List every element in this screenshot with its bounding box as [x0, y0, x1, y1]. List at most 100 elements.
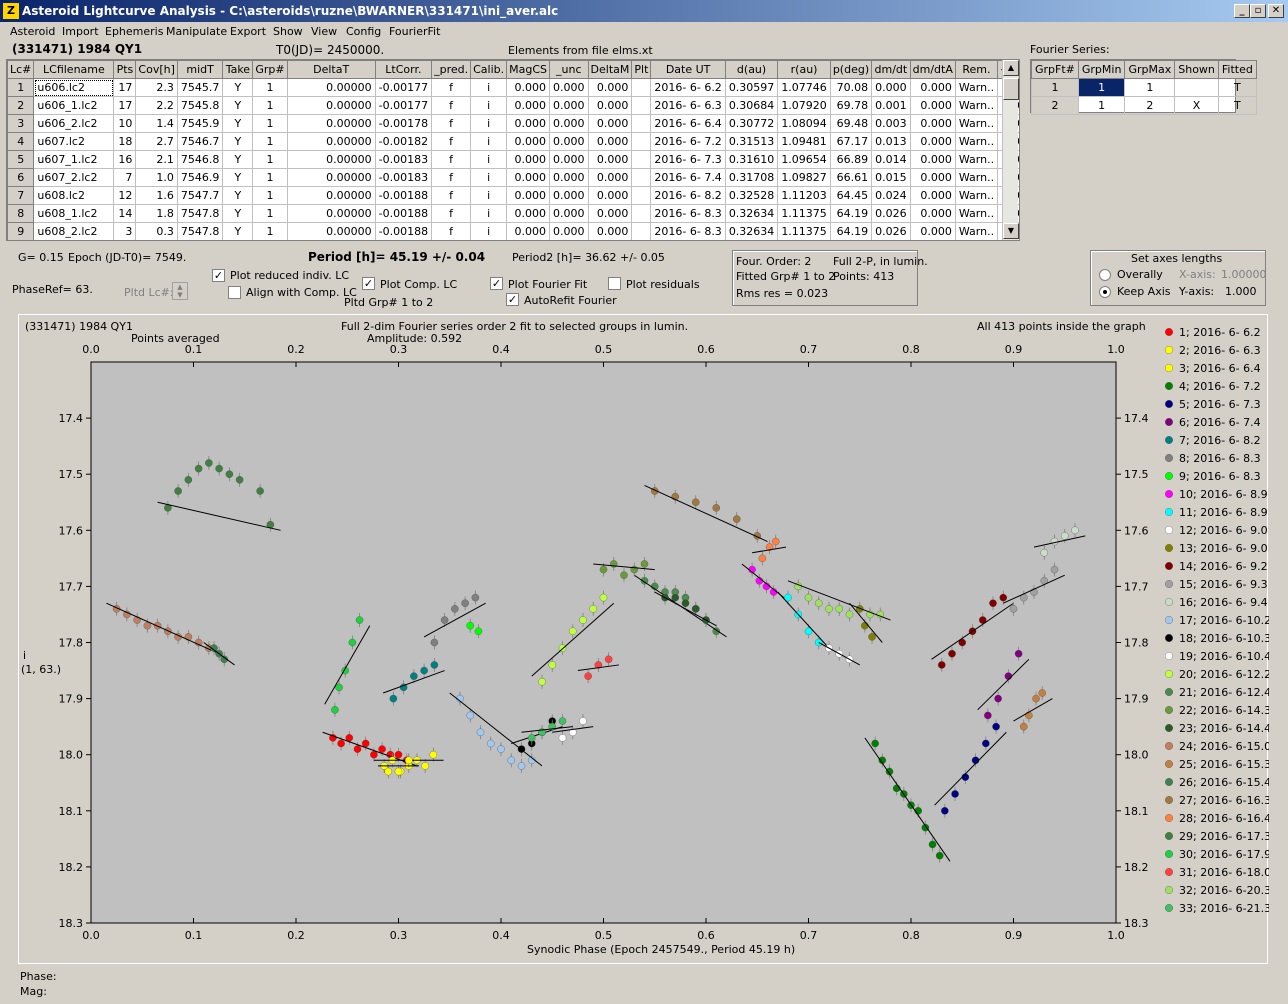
table-cell[interactable]: 18 — [113, 132, 137, 151]
table-cell[interactable]: 2016- 6- 6.3 — [650, 96, 726, 115]
table-cell[interactable]: 12 — [113, 186, 137, 205]
table-cell[interactable]: f — [431, 132, 472, 151]
table-cell[interactable]: 2016- 6- 7.4 — [650, 168, 726, 187]
table-row[interactable]: 5 u607_1.lc2 16 2.1 7546.8 Y 1 0.00000 -0.00183 f… — [7, 150, 1019, 169]
table-cell[interactable]: 0.000 — [587, 186, 633, 205]
table-row[interactable]: 8 u608_1.lc2 14 1.8 7547.8 Y 1 0.00000 -0.00188 f… — [7, 204, 1019, 223]
column-header[interactable]: DeltaT — [286, 60, 376, 79]
scroll-down-icon[interactable]: ▼ — [1003, 223, 1019, 239]
table-cell[interactable]: f — [431, 150, 472, 169]
table-cell[interactable]: 0.000 — [549, 78, 589, 97]
column-header[interactable]: Grp# — [252, 60, 288, 79]
table-cell[interactable] — [631, 78, 652, 97]
table-cell[interactable]: 0.000 — [506, 186, 551, 205]
table-cell[interactable]: i — [470, 150, 508, 169]
table-cell[interactable]: 0.000 — [909, 96, 956, 115]
column-header[interactable]: Lc# — [7, 60, 35, 79]
table-cell[interactable]: 0.003 — [871, 114, 911, 133]
table-cell[interactable]: 0.31513 — [724, 132, 779, 151]
table-cell[interactable]: i — [470, 168, 508, 187]
table-cell[interactable]: 0.00000 — [286, 168, 376, 187]
fourier-cell[interactable]: 2 — [1031, 96, 1079, 115]
table-cell[interactable]: Warn.. — [954, 96, 999, 115]
table-cell[interactable]: Y — [222, 132, 254, 151]
table-cell[interactable]: 1.11375 — [777, 204, 831, 223]
autorefit-checkbox[interactable]: ✓ — [506, 293, 519, 306]
table-cell[interactable]: -0.00183 — [374, 150, 433, 169]
table-cell[interactable]: 7546.7 — [176, 132, 224, 151]
fourier-row[interactable]: 111T — [1031, 78, 1257, 97]
table-cell[interactable]: 0.000 — [909, 132, 956, 151]
table-cell[interactable]: Warn.. — [954, 150, 999, 169]
pltd-lc-spinner[interactable]: ▲ ▼ — [172, 282, 188, 300]
table-cell[interactable]: 17 — [113, 78, 137, 97]
column-header[interactable]: Cov[h] — [135, 60, 178, 79]
table-cell[interactable]: u607.lc2 — [33, 132, 115, 151]
table-row[interactable]: 2 u606_1.lc2 17 2.2 7545.8 Y 1 0.00000 -0.00177 f… — [7, 96, 1019, 115]
table-cell[interactable]: 7547.7 — [176, 186, 224, 205]
table-cell[interactable]: 0.3 — [135, 222, 178, 240]
table-cell[interactable]: 0.32634 — [724, 222, 779, 240]
table-cell[interactable]: 0.000 — [909, 186, 956, 205]
table-cell[interactable]: 8 — [7, 204, 35, 223]
fourier-column-header[interactable]: Shown — [1174, 60, 1219, 79]
menu-import[interactable]: Import — [62, 25, 99, 38]
table-cell[interactable]: 0.000 — [909, 204, 956, 223]
table-cell[interactable]: 7546.8 — [176, 150, 224, 169]
table-cell[interactable]: f — [431, 114, 472, 133]
table-cell[interactable]: 0.000 — [549, 204, 589, 223]
table-row[interactable]: 6 u607_2.lc2 7 1.0 7546.9 Y 1 0.00000 -0.00183 f i… — [7, 168, 1019, 187]
table-cell[interactable]: 0.30597 — [724, 78, 779, 97]
table-cell[interactable]: 0.000 — [909, 78, 956, 97]
table-cell[interactable]: 67.17 — [829, 132, 873, 151]
table-cell[interactable]: Y — [222, 204, 254, 223]
table-cell[interactable]: Warn.. — [954, 204, 999, 223]
column-header[interactable]: r(au) — [777, 60, 831, 79]
table-cell[interactable]: 2016- 6- 7.2 — [650, 132, 726, 151]
table-cell[interactable]: 0.000 — [549, 222, 589, 240]
table-cell[interactable]: 2.2 — [135, 96, 178, 115]
fourier-cell[interactable]: 1 — [1124, 78, 1176, 97]
table-cell[interactable]: 0.000 — [549, 186, 589, 205]
table-cell[interactable]: 1 — [252, 168, 288, 187]
table-cell[interactable]: 0.00000 — [286, 78, 376, 97]
scroll-up-icon[interactable]: ▲ — [1003, 60, 1019, 76]
column-header[interactable]: dm/dt — [871, 60, 911, 79]
column-header[interactable]: Pts — [113, 60, 137, 79]
column-header[interactable]: _unc — [549, 60, 589, 79]
table-cell[interactable]: 0.024 — [871, 186, 911, 205]
table-cell[interactable]: i — [470, 186, 508, 205]
table-cell[interactable]: 64.19 — [829, 204, 873, 223]
table-cell[interactable]: 0.00000 — [286, 204, 376, 223]
table-cell[interactable]: 0.00000 — [286, 222, 376, 240]
column-header[interactable]: midT — [176, 60, 224, 79]
table-cell[interactable]: 0.013 — [871, 132, 911, 151]
table-scrollbar[interactable]: ▲ ▼ — [1002, 60, 1019, 240]
table-cell[interactable]: 0.000 — [587, 78, 633, 97]
table-cell[interactable]: 1 — [252, 78, 288, 97]
fourier-cell[interactable]: 2 — [1124, 96, 1176, 115]
fourier-cell[interactable] — [1174, 78, 1219, 97]
table-cell[interactable]: f — [431, 78, 472, 97]
table-row[interactable]: 9 u608_2.lc2 3 0.3 7547.8 Y 1 0.00000 -0.00188 f i… — [7, 222, 1019, 240]
fourier-cell[interactable]: 1 — [1077, 78, 1126, 97]
menu-show[interactable]: Show — [273, 25, 303, 38]
table-cell[interactable] — [631, 204, 652, 223]
table-cell[interactable]: 2 — [7, 96, 35, 115]
y-axis-value[interactable]: 1.000 — [1225, 285, 1257, 298]
table-cell[interactable]: 1 — [252, 222, 288, 240]
table-cell[interactable]: 0.000 — [506, 168, 551, 187]
table-cell[interactable]: -0.00177 — [374, 96, 433, 115]
table-cell[interactable]: 3 — [7, 114, 35, 133]
table-cell[interactable]: 0.000 — [549, 132, 589, 151]
table-cell[interactable]: 1.6 — [135, 186, 178, 205]
table-cell[interactable]: f — [431, 168, 472, 187]
table-cell[interactable] — [631, 222, 652, 240]
table-cell[interactable]: 1.09654 — [777, 150, 831, 169]
table-cell[interactable]: 1.4 — [135, 114, 178, 133]
table-cell[interactable]: 0.00000 — [286, 96, 376, 115]
table-cell[interactable]: 66.61 — [829, 168, 873, 187]
table-cell[interactable]: 0.000 — [587, 222, 633, 240]
table-cell[interactable]: 0.000 — [549, 96, 589, 115]
x-axis-value[interactable]: 1.00000 — [1221, 268, 1267, 281]
